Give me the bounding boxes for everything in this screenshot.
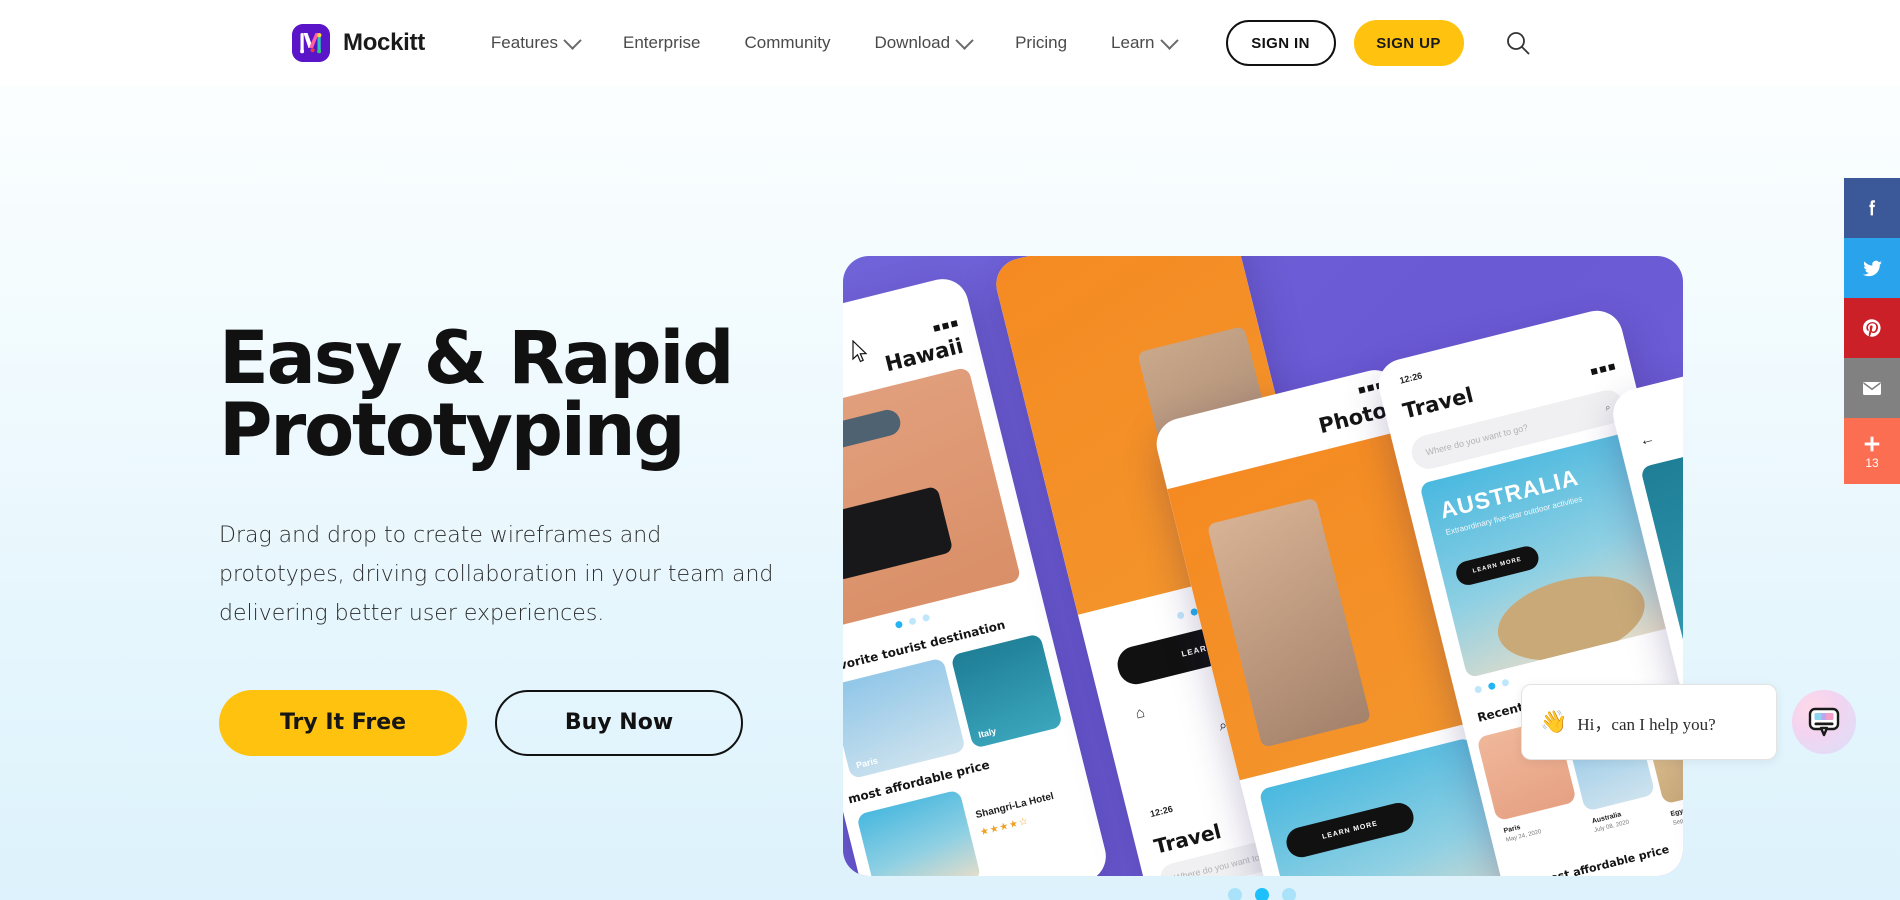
hero-section: Easy & Rapid Prototyping Drag and drop t… [0, 86, 1900, 900]
hero-subheadline: Drag and drop to create wireframes and p… [219, 523, 774, 627]
search-icon[interactable]: ⌕ [1604, 401, 1612, 413]
status-icons [933, 320, 958, 332]
section-affordable-price: The most affordable price [1512, 842, 1671, 876]
try-it-free-button[interactable]: Try It Free [219, 689, 467, 756]
status-icons [1590, 363, 1616, 376]
nav-inner: Mockitt Features Enterprise Community Do… [292, 20, 1538, 66]
nav-item-pricing[interactable]: Pricing [993, 33, 1089, 53]
recent-name: Egypt [1669, 806, 1683, 819]
buy-now-button[interactable]: Buy Now [495, 689, 743, 756]
carousel-dot-3[interactable] [1282, 888, 1296, 900]
nav-item-label: Download [874, 33, 951, 52]
chat-bubble-icon [1808, 707, 1840, 737]
nav-item-label: Pricing [1015, 33, 1068, 52]
carousel-dot-1[interactable] [1228, 888, 1242, 900]
hotel-name: Shangri-La Hotel [974, 790, 1055, 821]
phone-screen-title: Photo [1316, 398, 1390, 439]
sign-in-button[interactable]: SIGN IN [1225, 20, 1336, 66]
brand-name: Mockitt [343, 29, 425, 56]
page-title: Easy & Rapid Prototyping [219, 322, 819, 467]
nav-item-label: Features [490, 33, 558, 52]
chat-greeting-text: Hi，can I help you? [1577, 714, 1716, 734]
brand-logo-link[interactable]: Mockitt [292, 24, 425, 62]
status-time: 12:26 [1149, 803, 1174, 820]
hotel-rating-stars: ★★★★☆ [978, 815, 1030, 839]
hero-text-block: Easy & Rapid Prototyping Drag and drop t… [219, 322, 819, 756]
destination-card-paris[interactable]: Paris [843, 657, 966, 780]
home-icon[interactable]: ⌂ [1134, 704, 1147, 723]
share-facebook-button[interactable] [1844, 178, 1900, 238]
nav-item-label: Enterprise [623, 33, 701, 52]
hero-photo [843, 366, 1022, 632]
nav-item-download[interactable]: Download [852, 30, 993, 53]
hero-artwork-carousel-slide[interactable]: 12:26 ← Hawaii Favorite tourist destinat… [843, 256, 1683, 876]
sign-up-button[interactable]: SIGN UP [1353, 20, 1464, 66]
carousel-dot-2[interactable] [1255, 888, 1269, 900]
waving-hand-icon: 👋 [1540, 709, 1568, 734]
share-twitter-button[interactable] [1844, 238, 1900, 298]
primary-nav-links: Features Enterprise Community Download P… [469, 30, 1198, 53]
chat-launcher-button[interactable] [1792, 690, 1856, 754]
hero-carousel-dots[interactable] [1228, 888, 1296, 900]
nav-item-label: Community [744, 33, 831, 52]
nav-item-learn[interactable]: Learn [1089, 30, 1197, 53]
chat-greeting-bubble[interactable]: 👋 Hi，can I help you? [1521, 684, 1777, 760]
chevron-down-icon [955, 30, 974, 50]
mockitt-logo-icon [292, 24, 330, 62]
twitter-icon [1862, 260, 1882, 276]
hero-cta-row: Try It Free Buy Now [219, 689, 819, 756]
nav-item-enterprise[interactable]: Enterprise [601, 33, 722, 53]
share-email-button[interactable] [1844, 358, 1900, 418]
nav-item-community[interactable]: Community [722, 33, 852, 53]
phone-screen-title: Travel [1400, 382, 1476, 424]
learn-more-button[interactable]: LEARN MORE [1453, 543, 1542, 588]
hotel-photo [856, 789, 982, 876]
photo-carousel-dots[interactable] [1473, 678, 1510, 694]
social-share-rail: 13 [1844, 178, 1900, 484]
mouse-cursor-icon [852, 340, 868, 363]
share-pinterest-button[interactable] [1844, 298, 1900, 358]
nav-item-features[interactable]: Features [469, 30, 601, 53]
destination-card-italy[interactable]: Italy [950, 633, 1063, 749]
back-arrow-icon[interactable]: ← [1638, 430, 1657, 450]
search-icon[interactable] [1498, 23, 1538, 63]
top-navigation-bar: Mockitt Features Enterprise Community Do… [0, 0, 1900, 86]
pinterest-icon [1862, 319, 1881, 337]
chevron-down-icon [563, 30, 582, 50]
facebook-icon [1869, 200, 1875, 216]
recent-name: Paris [1503, 823, 1522, 835]
plus-icon [1864, 436, 1880, 451]
chevron-down-icon [1159, 30, 1179, 50]
share-count: 13 [1865, 455, 1879, 470]
nav-actions: SIGN IN SIGN UP [1225, 20, 1538, 66]
email-icon [1863, 382, 1881, 395]
destination-label: Italy [977, 725, 998, 740]
destination-label: Paris [855, 755, 879, 771]
photo-carousel-dots[interactable] [894, 613, 931, 629]
headline-line-2: Prototyping [219, 387, 686, 473]
share-more-button[interactable]: 13 [1844, 418, 1900, 484]
search-placeholder: Where do you want to go? [1424, 422, 1530, 458]
status-time: 12:26 [1398, 370, 1424, 386]
nav-item-label: Learn [1111, 33, 1155, 52]
